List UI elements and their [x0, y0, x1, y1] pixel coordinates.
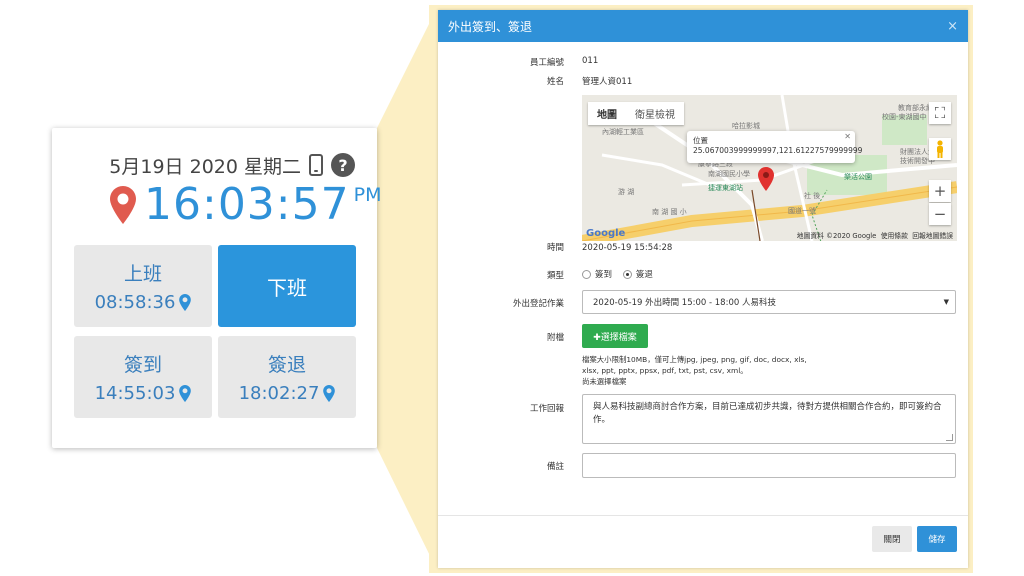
resize-grip-icon[interactable]: [946, 434, 953, 441]
map-label: 南 湖 國 小: [652, 208, 687, 216]
file-help-text: 檔案大小限制10MB，僅可上傳jpg, jpeg, png, gif, doc,…: [582, 354, 822, 387]
register-label: 外出登記作業: [512, 299, 564, 309]
tab-satellite[interactable]: 衛星檢視: [626, 102, 684, 125]
street-view-pegman-icon[interactable]: [929, 138, 951, 160]
clock-in-label: 上班: [123, 263, 162, 285]
current-time: 16:03:57: [144, 179, 350, 230]
map-label: 校園-東湖國中: [882, 113, 927, 121]
sign-out-button[interactable]: 簽退 18:02:27: [218, 336, 356, 418]
radio-sign-out[interactable]: 簽退: [622, 270, 653, 280]
name-value: 管理人資011: [582, 77, 633, 87]
sign-in-button[interactable]: 簽到 14:55:03: [74, 336, 212, 418]
sign-in-time: 14:55:03: [94, 383, 176, 404]
radio-sign-in[interactable]: 簽到: [582, 270, 612, 280]
map-label: 游 湖: [618, 188, 635, 196]
type-label: 類型: [546, 271, 564, 281]
outing-register-value: 2020-05-19 外出時間 15:00 - 18:00 人易科技: [593, 298, 776, 308]
file-size-help: 檔案大小限制10MB，僅可上傳jpg, jpeg, png, gif, doc,…: [582, 355, 807, 375]
modal-title: 外出簽到、簽退: [448, 19, 533, 34]
radio-sign-in-label: 簽到: [595, 270, 613, 280]
work-report-text: 與人易科技副總商討合作方案，目前已達成初步共識，待對方提供相關合作合約，即可簽約…: [593, 402, 942, 425]
date-text: 5月19日 2020 星期二: [109, 155, 301, 178]
map-info-window: 位置 25.067003999999997,121.61227579999999…: [687, 131, 863, 163]
location-pin-icon: [179, 294, 192, 311]
no-file-text: 尚未選擇檔案: [582, 377, 627, 386]
map-attribution-bar: 地圖資料 ©2020 Google 使用條款 回報地圖錯誤: [797, 230, 953, 240]
sign-out-label: 簽退: [267, 354, 306, 376]
sign-in-time-row: 14:55:03: [95, 383, 192, 404]
note-input[interactable]: [582, 453, 956, 478]
radio-sign-out-label: 簽退: [635, 270, 653, 280]
map-label: 南湖國民小學: [708, 170, 750, 178]
map-label: 樂活公園: [844, 173, 872, 181]
note-label: 備註: [546, 462, 564, 472]
outing-sign-modal: 外出簽到、簽退 × 員工編號 011 姓名 管理人資011 地圖 衛星檢視 哈拉…: [438, 10, 968, 568]
map-type-tabs: 地圖 衛星檢視: [588, 102, 684, 125]
google-logo: Google: [586, 228, 626, 239]
radio-sign-out-circle[interactable]: [622, 270, 632, 279]
map-label: 國道一號: [788, 207, 816, 215]
choose-file-button[interactable]: ✚選擇檔案: [582, 324, 648, 348]
employee-no-label: 員工編號: [529, 58, 564, 68]
save-button[interactable]: 儲存: [917, 526, 957, 552]
location-map[interactable]: 地圖 衛星檢視 哈拉影城 教育部永續 校園-東湖國中 內湖輕工業區 南湖國民小學…: [582, 95, 957, 241]
location-pin-icon: [179, 385, 192, 402]
tab-map[interactable]: 地圖: [588, 102, 626, 125]
clock-time-row: 16:03:57 PM: [110, 180, 381, 230]
info-title: 位置: [693, 136, 708, 145]
clock-in-button[interactable]: 上班 08:58:36: [74, 245, 212, 327]
clock-in-time: 08:58:36: [94, 292, 176, 313]
sign-out-time: 18:02:27: [238, 383, 320, 404]
close-button[interactable]: 關閉: [872, 526, 912, 552]
fullscreen-icon[interactable]: ⛶: [929, 102, 951, 124]
date-row: 5月19日 2020 星期二 ?: [52, 150, 355, 180]
map-label: 哈拉影城: [732, 122, 760, 130]
name-label: 姓名: [546, 77, 564, 87]
clock-card: 5月19日 2020 星期二 ? 16:03:57 PM 上班 08:58:36…: [52, 128, 381, 448]
work-report-label: 工作回報: [529, 404, 564, 414]
mobile-phone-icon[interactable]: [309, 154, 323, 176]
am-pm-indicator: PM: [353, 184, 382, 206]
map-attribution: 地圖資料 ©2020 Google: [796, 232, 877, 240]
type-radio-group: 簽到 簽退: [582, 268, 653, 280]
map-terms-link[interactable]: 使用條款: [881, 232, 908, 240]
time-value: 2020-05-19 15:54:28: [582, 243, 673, 253]
zoom-in-button[interactable]: +: [929, 180, 951, 202]
info-coords: 25.067003999999997,121.61227579999999: [693, 146, 863, 155]
map-label: 捷運東湖站: [708, 184, 743, 192]
clock-out-button[interactable]: 下班: [218, 245, 356, 327]
close-icon[interactable]: ×: [947, 19, 958, 34]
modal-header: 外出簽到、簽退 ×: [438, 10, 968, 42]
location-pin-icon: [323, 385, 336, 402]
sign-in-label: 簽到: [123, 354, 162, 376]
employee-no-value: 011: [582, 56, 599, 66]
time-label: 時間: [546, 243, 564, 253]
dropdown-arrow-icon: ▼: [943, 298, 949, 306]
map-report-link[interactable]: 回報地圖錯誤: [912, 232, 953, 240]
zoom-out-button[interactable]: −: [929, 203, 951, 225]
attachment-label: 附檔: [546, 333, 564, 343]
radio-sign-in-circle[interactable]: [582, 270, 591, 279]
sign-out-time-row: 18:02:27: [239, 383, 336, 404]
outing-register-select[interactable]: 2020-05-19 外出時間 15:00 - 18:00 人易科技 ▼: [582, 290, 956, 314]
footer-divider: [438, 515, 968, 516]
info-close-icon[interactable]: ✕: [844, 132, 851, 141]
work-report-textarea[interactable]: 與人易科技副總商討合作方案，目前已達成初步共識，待對方提供相關合作合約，即可簽約…: [582, 394, 956, 444]
location-pin-icon: [110, 186, 136, 224]
clock-in-time-row: 08:58:36: [95, 292, 192, 313]
clock-out-label: 下班: [267, 275, 307, 300]
help-icon[interactable]: ?: [331, 153, 355, 177]
map-label: 社 後: [804, 192, 821, 200]
map-label: 內湖輕工業區: [602, 128, 644, 136]
